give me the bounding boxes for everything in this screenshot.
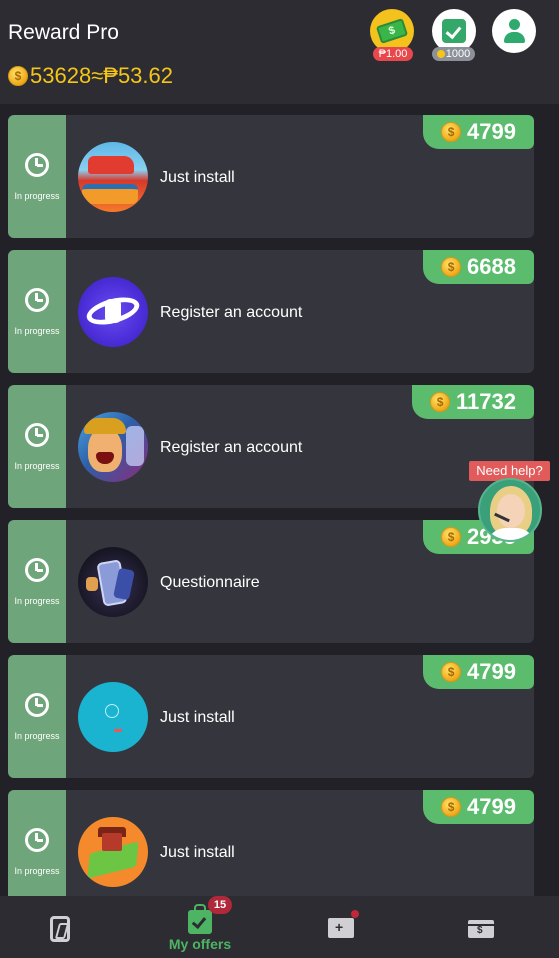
- approx-symbol: ≈: [91, 63, 104, 88]
- reward-amount: 4799: [467, 119, 516, 144]
- nav-tab-wallet[interactable]: [416, 896, 546, 958]
- mini-coin-icon: [436, 50, 445, 58]
- clock-icon: [25, 288, 49, 312]
- reward-amount: 4799: [467, 794, 516, 819]
- reward-amount: 11732: [456, 389, 516, 414]
- nav-tab-my-offers[interactable]: My offers: [135, 896, 265, 958]
- coin-icon: $: [441, 797, 462, 817]
- offer-title: Register an account: [160, 439, 303, 456]
- coin-icon: $: [441, 527, 462, 547]
- checkin-badge: 1000: [432, 47, 475, 61]
- my-offers-count-badge: 15: [208, 896, 232, 914]
- reward-badge: $ 4799: [423, 790, 534, 824]
- reward-badge: $ 4799: [423, 115, 534, 149]
- offer-card[interactable]: In progress Register an account $ 11732: [8, 385, 534, 508]
- offer-title: Questionnaire: [160, 574, 260, 591]
- cash-icon: $: [375, 18, 409, 44]
- offer-app-icon: [78, 682, 148, 752]
- user-icon-head: [509, 19, 520, 30]
- status-strip: In progress: [8, 520, 66, 643]
- offer-app-icon: [78, 817, 148, 887]
- nav-tab-earn[interactable]: [0, 896, 125, 958]
- nav-tab-inbox[interactable]: [276, 896, 406, 958]
- reward-badge: $ 6688: [423, 250, 534, 284]
- app-header: Reward Pro $ 53628 ≈ ₱53.62 $ ₱1.00 1000: [0, 0, 559, 104]
- status-text: In progress: [14, 191, 60, 201]
- mail-icon: [328, 918, 354, 938]
- offer-app-icon: [78, 142, 148, 212]
- status-text: In progress: [14, 326, 60, 336]
- status-strip: In progress: [8, 250, 66, 373]
- offer-card[interactable]: In progress Questionnaire $ 2935: [8, 520, 534, 643]
- offer-title: Just install: [160, 844, 235, 861]
- clock-icon: [25, 153, 49, 177]
- offer-card[interactable]: In progress Just install $ 4799: [8, 655, 534, 778]
- coin-icon: $: [441, 662, 462, 682]
- status-strip: In progress: [8, 385, 66, 508]
- offer-card[interactable]: In progress Just install $ 4799: [8, 115, 534, 238]
- cash-badge: ₱1.00: [373, 47, 413, 61]
- status-text: In progress: [14, 596, 60, 606]
- reward-amount: 4799: [467, 659, 516, 684]
- status-text: In progress: [14, 866, 60, 876]
- wallet-icon: [468, 920, 494, 938]
- phone-icon: [50, 916, 70, 942]
- coin-icon: $: [8, 66, 28, 86]
- status-strip: In progress: [8, 655, 66, 778]
- clock-icon: [25, 423, 49, 447]
- notification-dot: [351, 910, 359, 918]
- offer-title: Just install: [160, 169, 235, 186]
- user-icon-body: [504, 32, 525, 43]
- peso-balance: ₱53.62: [103, 63, 173, 88]
- coin-icon: $: [441, 257, 462, 277]
- support-agent-avatar[interactable]: [478, 478, 542, 542]
- offer-title: Just install: [160, 709, 235, 726]
- status-strip: In progress: [8, 115, 66, 238]
- reward-amount: 6688: [467, 254, 516, 279]
- coin-balance: 53628: [30, 63, 92, 88]
- offer-app-icon: [78, 547, 148, 617]
- app-title: Reward Pro: [8, 21, 119, 44]
- clock-icon: [25, 558, 49, 582]
- coin-icon: $: [430, 392, 451, 412]
- status-text: In progress: [14, 731, 60, 741]
- shopping-bag-check-icon: [188, 904, 212, 934]
- clock-icon: [25, 693, 49, 717]
- offer-app-icon: [78, 277, 148, 347]
- bottom-nav: My offers 15: [0, 896, 559, 958]
- status-text: In progress: [14, 461, 60, 471]
- reward-badge: $ 11732: [412, 385, 534, 419]
- balance-display: $ 53628 ≈ ₱53.62: [8, 62, 173, 90]
- reward-badge: $ 4799: [423, 655, 534, 689]
- offer-card[interactable]: In progress Register an account $ 6688: [8, 250, 534, 373]
- coin-icon: $: [441, 122, 462, 142]
- nav-label-my-offers: My offers: [168, 936, 232, 952]
- checkin-badge-value: 1000: [445, 48, 471, 60]
- clock-icon: [25, 828, 49, 852]
- profile-button[interactable]: [492, 9, 536, 53]
- offer-app-icon: [78, 412, 148, 482]
- offer-card[interactable]: In progress Just install $ 4799: [8, 790, 534, 913]
- status-strip: In progress: [8, 790, 66, 913]
- calendar-check-icon: [442, 19, 466, 43]
- offer-title: Register an account: [160, 304, 303, 321]
